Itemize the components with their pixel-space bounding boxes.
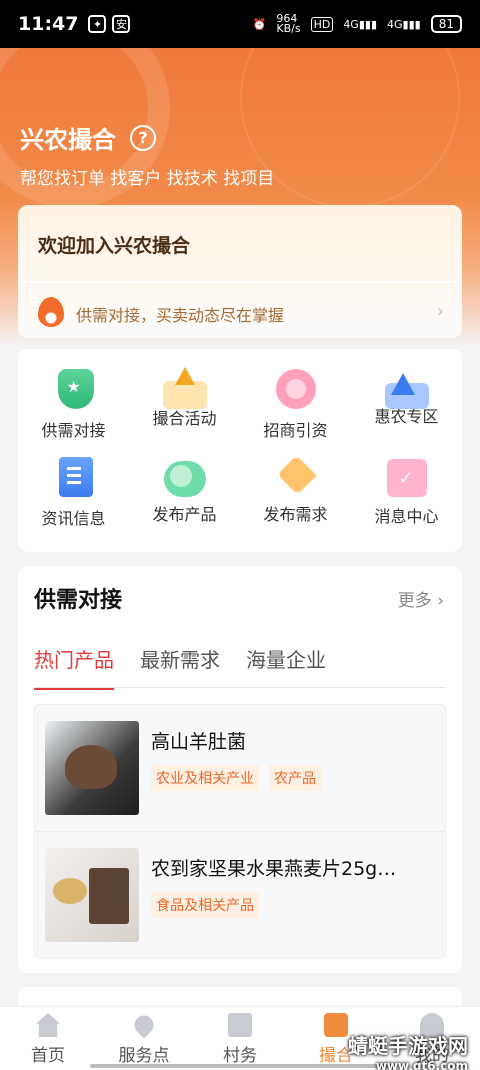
service-label: 发布产品 (152, 505, 217, 524)
news-ticker[interactable]: 供需对接，买卖动态尽在掌握 (76, 302, 284, 326)
tab-divider (34, 687, 446, 688)
matchmaking-bag-icon (324, 1013, 348, 1037)
home-indicator[interactable] (90, 1064, 390, 1068)
page-title: 兴农撮合 ? (20, 120, 156, 155)
service-label: 招商引资 (263, 421, 328, 440)
service-label: 供需对接 (41, 421, 106, 440)
product-tags: 食品及相关产品 (151, 892, 259, 918)
notification-icons: ✦ 安 (88, 15, 131, 33)
fire-icon (38, 297, 64, 327)
watermark-url: www.qt6.com (375, 1059, 468, 1070)
status-bar: 11:47 ✦ 安 ⏰ 964 KB/s HD 4G▮▮▮ 4G▮▮▮ 81 (0, 0, 480, 48)
service-publish-product[interactable]: 发布产品 (129, 457, 240, 545)
service-label: 发布需求 (263, 505, 328, 524)
signal-icon-2: 4G▮▮▮ (387, 17, 421, 31)
product-tag: 农产品 (269, 765, 321, 791)
service-label: 资讯信息 (41, 509, 106, 528)
home-icon (36, 1013, 60, 1037)
tab-service-point[interactable]: 服务点 (96, 1007, 192, 1070)
list-item[interactable]: 农到家坚果水果燕麦片25g… 食品及相关产品 (35, 831, 445, 957)
village-icon (228, 1013, 252, 1037)
battery-icon: 81 (430, 15, 462, 33)
service-supply-demand[interactable]: 供需对接 (18, 369, 129, 457)
list-item[interactable]: 高山羊肚菌 农业及相关产业 农产品 (35, 705, 445, 831)
product-thumbnail (45, 848, 139, 942)
supply-demand-icon (57, 369, 94, 409)
location-icon (130, 1011, 158, 1039)
status-right: ⏰ 964 KB/s HD 4G▮▮▮ 4G▮▮▮ 81 (252, 12, 462, 35)
site-watermark: 蜻蜓手游戏网 www.qt6.com (348, 1030, 468, 1070)
app-notification-icon: ✦ (88, 15, 107, 33)
product-name: 农到家坚果水果燕麦片25g… (151, 858, 397, 880)
services-grid: 供需对接 撮合活动 招商引资 惠农专区 资讯信息 发布产品 发布需求 消息中心 (18, 349, 462, 545)
product-tag: 食品及相关产品 (151, 892, 259, 918)
news-icon (59, 457, 93, 497)
section-title: 供需对接 (34, 588, 123, 613)
chevron-right-icon[interactable]: › (437, 301, 444, 322)
publish-product-icon (163, 461, 206, 497)
service-label: 消息中心 (374, 507, 439, 526)
help-icon[interactable]: ? (130, 124, 156, 151)
alarm-icon: ⏰ (252, 17, 267, 31)
service-message-center[interactable]: 消息中心 (351, 457, 462, 545)
page-subtitle: 帮您找订单 找客户 找技术 找项目 (20, 169, 275, 189)
signal-icon: 4G▮▮▮ (343, 17, 378, 31)
status-time: 11:47 (18, 13, 79, 35)
service-agri-benefit[interactable]: 惠农专区 (351, 369, 462, 457)
services-grid-card: 供需对接 撮合活动 招商引资 惠农专区 资讯信息 发布产品 发布需求 消息中心 (18, 349, 462, 552)
service-news[interactable]: 资讯信息 (18, 457, 129, 545)
tab-label: 村务 (223, 1046, 257, 1066)
tab-enterprises[interactable]: 海量企业 (246, 644, 326, 690)
matchmaking-activity-icon (162, 367, 207, 409)
message-center-icon (386, 459, 427, 497)
section-tabs: 热门产品 最新需求 海量企业 (34, 644, 326, 690)
supply-demand-section: 供需对接 更多 › 热门产品 最新需求 海量企业 高山羊肚菌 农业及相关产业 农… (18, 566, 462, 973)
page-title-text: 兴农撮合 (20, 126, 116, 154)
product-tag: 农业及相关产业 (151, 765, 259, 791)
service-investment[interactable]: 招商引资 (240, 369, 351, 457)
product-list: 高山羊肚菌 农业及相关产业 农产品 农到家坚果水果燕麦片25g… 食品及相关产品 (34, 704, 446, 958)
tab-home[interactable]: 首页 (0, 1007, 96, 1070)
product-name: 高山羊肚菌 (151, 731, 247, 753)
agri-benefit-icon (384, 373, 429, 409)
tab-latest-demands[interactable]: 最新需求 (140, 644, 220, 690)
investment-icon (275, 369, 316, 409)
service-publish-demand[interactable]: 发布需求 (240, 455, 351, 545)
more-link[interactable]: 更多 › (398, 586, 444, 611)
security-icon: 安 (112, 15, 131, 33)
divider (18, 281, 462, 283)
service-matchmaking-activity[interactable]: 撮合活动 (129, 367, 240, 457)
product-tags: 农业及相关产业 农产品 (151, 765, 321, 791)
net-speed: 964 KB/s (276, 12, 301, 35)
tab-village[interactable]: 村务 (192, 1007, 288, 1070)
product-thumbnail (45, 721, 139, 815)
hd-icon: HD (310, 16, 334, 32)
welcome-card: 欢迎加入兴农撮合 供需对接，买卖动态尽在掌握 › (18, 205, 462, 338)
tab-label: 首页 (31, 1046, 65, 1066)
publish-demand-icon (277, 455, 317, 495)
tab-label: 服务点 (118, 1046, 170, 1066)
watermark-text: 蜻蜓手游戏网 (348, 1034, 468, 1058)
tab-hot-products[interactable]: 热门产品 (34, 644, 114, 690)
welcome-title: 欢迎加入兴农撮合 (38, 235, 191, 257)
